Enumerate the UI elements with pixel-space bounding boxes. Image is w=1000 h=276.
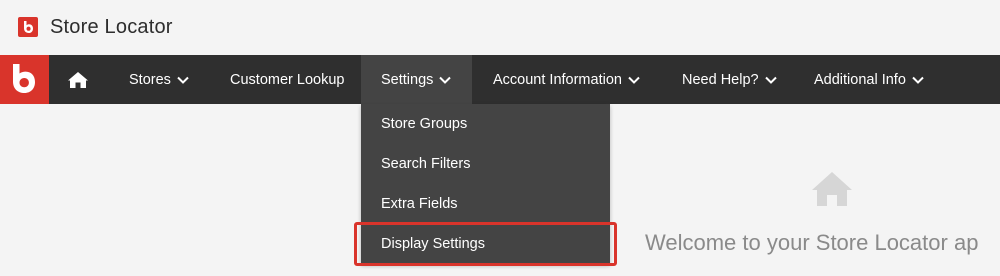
menu-item-extra-fields[interactable]: Extra Fields [381, 196, 458, 216]
brand-logo[interactable] [0, 55, 49, 104]
chevron-down-icon [764, 76, 777, 84]
menu-item-display-settings[interactable]: Display Settings [381, 236, 485, 256]
nav-home[interactable] [49, 55, 107, 104]
app-logo-icon [18, 17, 38, 37]
nav-account-information-label: Account Information [493, 71, 622, 88]
menu-item-store-groups[interactable]: Store Groups [381, 116, 467, 136]
home-icon [68, 71, 88, 88]
nav-settings[interactable]: Settings [361, 55, 472, 104]
welcome-message: Welcome to your Store Locator ap [645, 230, 979, 255]
chevron-down-icon [439, 76, 452, 84]
nav-customer-lookup-label: Customer Lookup [230, 71, 345, 88]
welcome-home-icon [810, 170, 854, 208]
settings-dropdown-menu: Store Groups Search Filters Extra Fields… [361, 104, 610, 264]
nav-settings-label: Settings [381, 71, 434, 88]
nav-need-help-label: Need Help? [682, 71, 759, 88]
chevron-down-icon [912, 76, 924, 84]
nav-additional-info-label: Additional Info [814, 71, 906, 88]
title-bar: Store Locator [0, 0, 1000, 55]
nav-customer-lookup[interactable]: Customer Lookup [230, 55, 344, 104]
nav-account-information[interactable]: Account Information [493, 55, 640, 104]
main-navbar: Stores Customer Lookup Settings Account … [0, 55, 1000, 104]
chevron-down-icon [177, 76, 189, 84]
chevron-down-icon [628, 76, 640, 84]
nav-additional-info[interactable]: Additional Info [814, 55, 924, 104]
app-title: Store Locator [50, 16, 173, 38]
nav-stores-label: Stores [129, 71, 171, 88]
menu-item-search-filters[interactable]: Search Filters [381, 156, 470, 176]
nav-need-help[interactable]: Need Help? [682, 55, 777, 104]
nav-stores[interactable]: Stores [129, 55, 189, 104]
